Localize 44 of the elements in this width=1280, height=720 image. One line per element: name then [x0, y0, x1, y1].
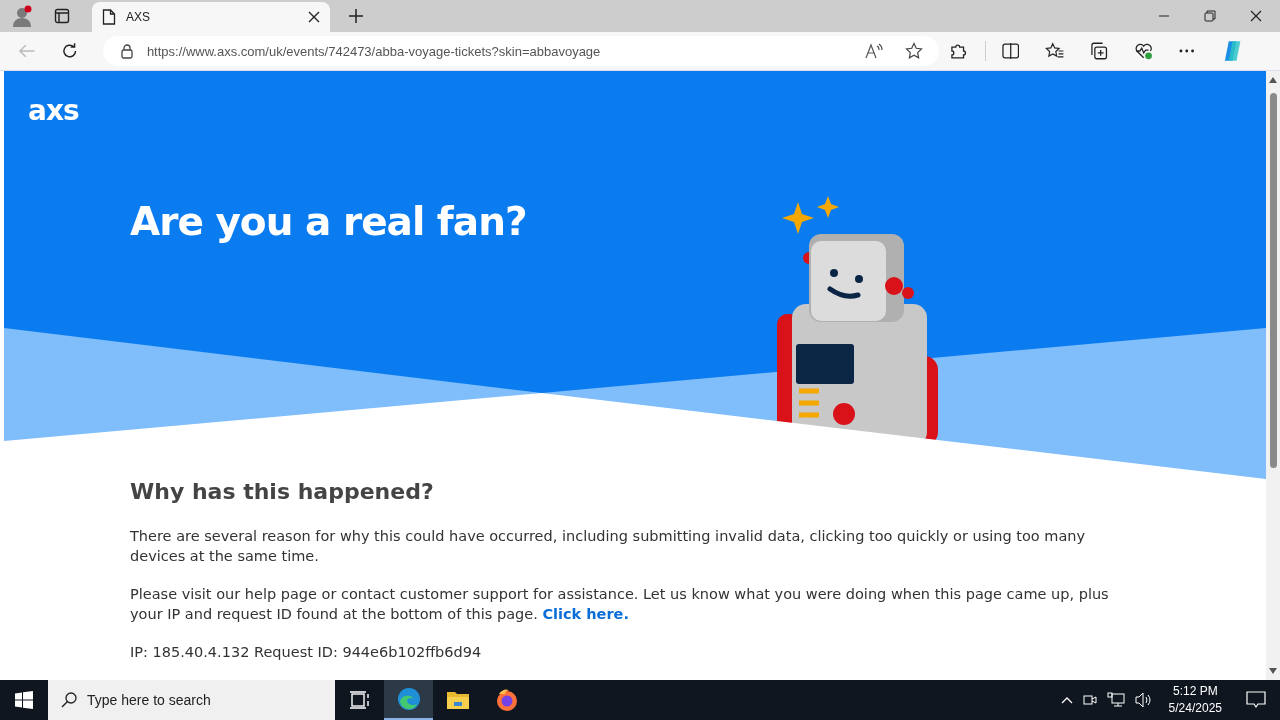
- close-tab-icon[interactable]: [308, 11, 320, 23]
- restore-icon[interactable]: [1204, 10, 1216, 22]
- lock-icon: [120, 43, 133, 59]
- extensions-icon[interactable]: [949, 42, 967, 60]
- volume-icon[interactable]: [1134, 692, 1153, 708]
- address-bar[interactable]: https://www.axs.com/uk/events/742473/abba-voyage-tickets?skin=abbavoyage: [102, 36, 940, 66]
- read-aloud-icon[interactable]: [865, 43, 884, 59]
- firefox-icon: [494, 688, 519, 712]
- clock[interactable]: 5:12 PM 5/24/2025: [1168, 683, 1222, 717]
- windows-icon: [15, 691, 33, 709]
- explanation-paragraph: There are several reason for why this could have occurred, including submitting invalid data, clicking too quickly or using too many devices at the same time.: [130, 527, 1087, 566]
- heartbeat-icon[interactable]: [1133, 42, 1154, 60]
- favorite-star-icon[interactable]: [905, 42, 924, 60]
- scrollbar[interactable]: [1266, 71, 1280, 680]
- help-paragraph: Please visit our help page or contact customer support for assistance. Let us know what you were doing when this page came up, plus your IP and request ID found at the bottom of this page. Click here.: [130, 585, 1110, 624]
- notification-icon[interactable]: [1246, 691, 1266, 709]
- tab-actions-icon[interactable]: [54, 8, 70, 24]
- refresh-icon[interactable]: [61, 42, 79, 60]
- camera-icon[interactable]: [1082, 692, 1097, 708]
- split-screen-icon[interactable]: [1001, 43, 1020, 59]
- click-here-link[interactable]: Click here.: [542, 606, 629, 622]
- axs-logo[interactable]: axs: [28, 97, 79, 125]
- chevron-up-icon[interactable]: [1060, 696, 1073, 704]
- url-text: https://www.axs.com/uk/events/742473/abba-voyage-tickets?skin=abbavoyage: [146, 43, 601, 59]
- task-view-icon: [349, 691, 370, 709]
- section-heading: Why has this happened?: [130, 479, 435, 504]
- scroll-up-icon[interactable]: [1269, 77, 1277, 83]
- taskbar-search-field[interactable]: Type here to search: [48, 680, 335, 720]
- page-title: Are you a real fan?: [130, 199, 528, 244]
- close-icon[interactable]: [1250, 10, 1262, 22]
- scrollbar-thumb[interactable]: [1269, 93, 1277, 468]
- collections-icon[interactable]: [1090, 42, 1108, 60]
- new-tab-icon[interactable]: [348, 8, 364, 24]
- profile-icon[interactable]: [11, 5, 33, 27]
- ip-request-id-text: IP: 185.40.4.132 Request ID: 944e6b102ffb6d94: [130, 643, 483, 662]
- edge-icon: [396, 687, 421, 711]
- folder-icon: [445, 690, 470, 710]
- page-icon: [102, 9, 116, 25]
- network-icon[interactable]: [1106, 692, 1125, 708]
- more-icon[interactable]: [1179, 49, 1195, 53]
- browser-tab[interactable]: AXS: [92, 2, 330, 32]
- scroll-down-icon[interactable]: [1269, 668, 1277, 674]
- favorites-icon[interactable]: [1045, 42, 1065, 60]
- edge-browser-button[interactable]: [384, 680, 433, 720]
